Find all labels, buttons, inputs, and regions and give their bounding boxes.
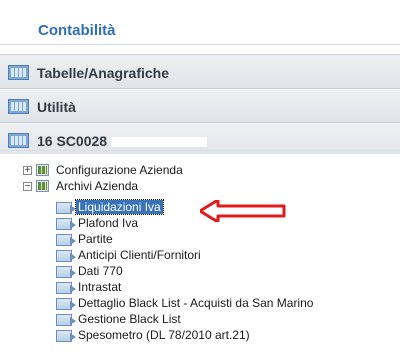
section-utilita[interactable]: Utilità bbox=[0, 88, 400, 126]
tree-node-label: Archivi Azienda bbox=[56, 179, 139, 193]
item-icon bbox=[56, 234, 76, 246]
item-icon bbox=[56, 282, 76, 294]
item-icon bbox=[56, 266, 76, 278]
tree-item-label: Dettaglio Black List - Acquisti da San M… bbox=[78, 296, 314, 310]
tree-item-label: Dati 770 bbox=[78, 264, 123, 278]
app-header: Contabilità bbox=[0, 0, 400, 45]
tree-item-label: Intrastat bbox=[78, 280, 122, 294]
tree-item-label: Partite bbox=[78, 232, 113, 246]
folder-grid-icon bbox=[36, 164, 49, 176]
item-icon bbox=[56, 314, 76, 326]
section-label: 16 SC0028 bbox=[37, 133, 208, 149]
item-icon bbox=[56, 250, 76, 262]
item-icon bbox=[56, 298, 76, 310]
item-icon bbox=[56, 330, 76, 342]
grid-icon bbox=[8, 133, 29, 148]
tree-item-label: Liquidazioni Iva bbox=[75, 199, 164, 215]
item-icon bbox=[56, 202, 76, 214]
section-label: Utilità bbox=[37, 99, 76, 115]
collapse-icon[interactable]: − bbox=[23, 182, 32, 192]
tree-item-label: Spesometro (DL 78/2010 art.21) bbox=[78, 328, 250, 342]
app-title: Contabilità bbox=[38, 22, 116, 39]
grid-icon bbox=[8, 65, 29, 80]
tree-item-label: Plafond Iva bbox=[78, 216, 139, 230]
section-tabelle-anagrafiche[interactable]: Tabelle/Anagrafiche bbox=[0, 54, 400, 92]
tree-item-label: Anticipi Clienti/Fornitori bbox=[78, 248, 201, 262]
expand-icon[interactable]: + bbox=[23, 166, 32, 176]
section-label: Tabelle/Anagrafiche bbox=[37, 65, 170, 81]
red-arrow-icon bbox=[200, 200, 286, 222]
tree-node-label: Configurazione Azienda bbox=[56, 163, 183, 177]
grid-icon bbox=[8, 99, 29, 114]
folder-grid-icon bbox=[36, 180, 49, 192]
divider bbox=[0, 150, 400, 151]
section-company-label: 16 SC0028 bbox=[37, 133, 108, 149]
tree-item-label: Gestione Black List bbox=[78, 312, 181, 326]
item-icon bbox=[56, 218, 76, 230]
redaction bbox=[111, 137, 208, 148]
